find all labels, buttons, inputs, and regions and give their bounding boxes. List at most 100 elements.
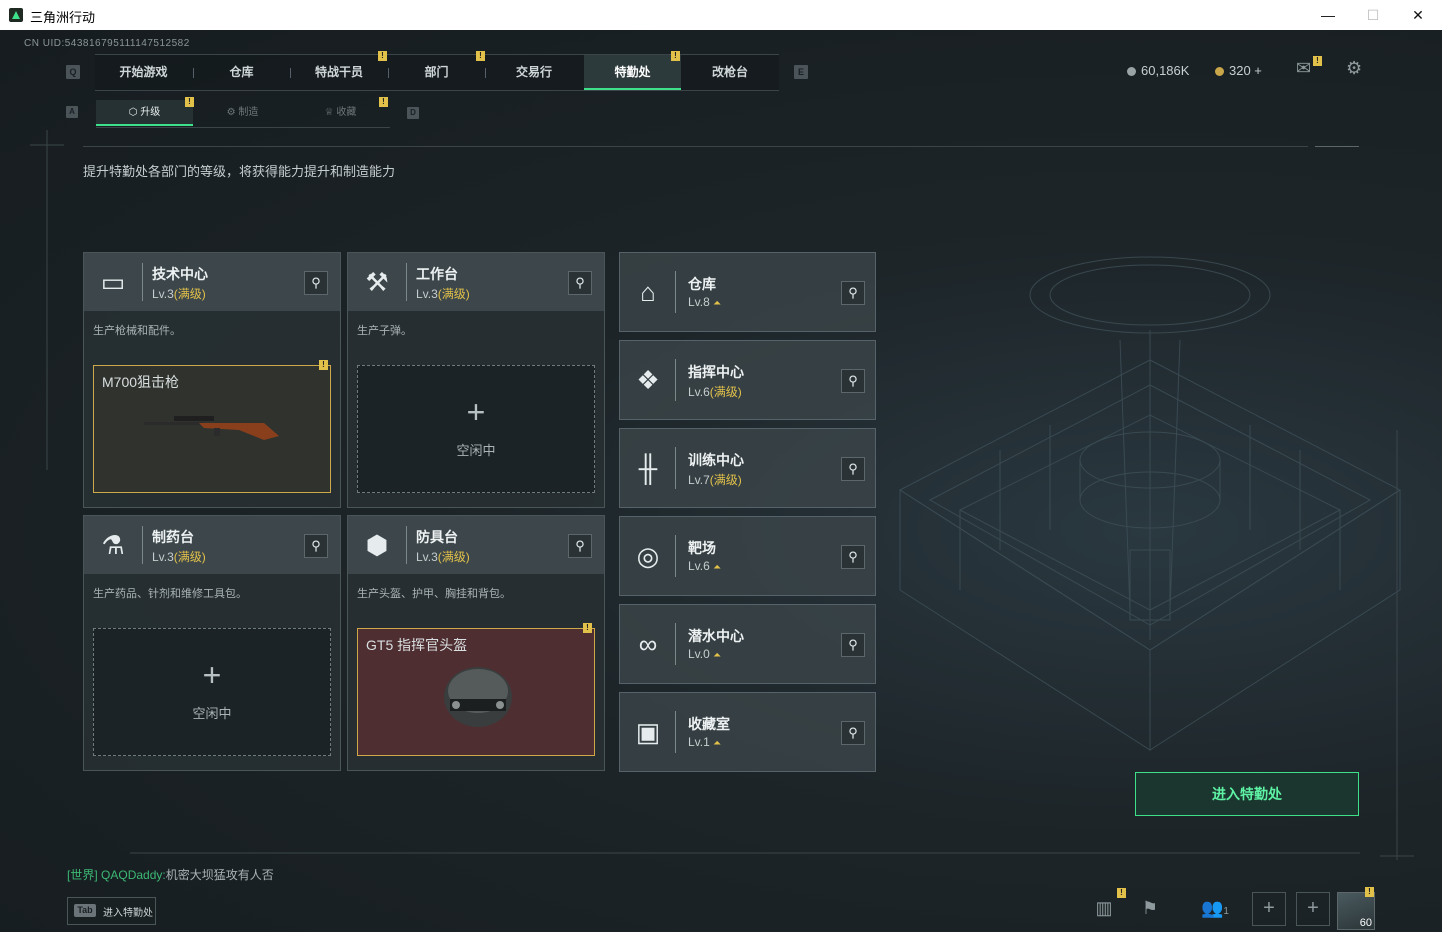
flag-icon[interactable]: ⚑ [1130,888,1170,928]
crafting-slot-empty[interactable]: + 空闲中 [93,628,331,756]
chat-message: 机密大坝猛攻有人否 [165,868,274,882]
gold-currency[interactable]: 320 + [1215,63,1262,78]
department-level: Lv.3(满级) [416,550,470,564]
slot-status: 空闲中 [192,706,232,721]
department-name: 工作台 [416,266,458,282]
sniper-rifle-image [144,416,279,440]
subtab-craft-label: 制造 [238,107,259,118]
department-card-workbench[interactable]: ⚒ 工作台 Lv.3(满级) ⚲ 生产子弹。 + 空闲中 [347,252,605,508]
facility-card-warehouse[interactable]: ⌂ 仓库 Lv.8 ⏶ ⚲ [619,252,876,332]
notification-badge: ! [671,51,680,61]
search-icon[interactable]: ⚲ [304,271,328,295]
crafting-item-name: M700狙击枪 [102,374,180,390]
enter-special-ops-button[interactable]: 进入特勤处 [1135,772,1359,816]
department-level: Lv.3(满级) [152,287,206,301]
facility-card-command-center[interactable]: ❖ 指挥中心 Lv.6(满级) ⚲ [619,340,876,420]
notification-badge: ! [185,97,194,107]
plus-icon: + [202,657,222,693]
warehouse-icon: ⌂ [640,277,656,307]
silver-currency[interactable]: 60,186K [1127,63,1189,78]
department-card-armor-bench[interactable]: ⬢ 防具台 Lv.3(满级) ⚲ 生产头盔、护甲、胸挂和背包。 GT5 指挥官头… [347,515,605,771]
window-title: 三角洲行动 [30,10,96,25]
tab-trading[interactable]: 交易行 [485,55,583,90]
subtab-upgrade[interactable]: ⬡ 升级 [96,100,193,126]
crafting-slot-empty[interactable]: + 空闲中 [357,365,595,493]
tab-departments[interactable]: 部门 [388,55,485,90]
subtab-craft[interactable]: ⚙ 制造 [194,100,291,126]
helmet-image [444,667,512,727]
search-icon[interactable]: ⚲ [841,633,865,657]
facility-card-collection-room[interactable]: ▣ 收藏室 Lv.1 ⏶ ⚲ [619,692,876,772]
crafting-item-name: GT5 指挥官头盔 [366,637,468,653]
player-avatar[interactable]: 60 [1337,892,1375,930]
search-icon[interactable]: ⚲ [568,534,592,558]
notification-badge: ! [1313,56,1322,66]
facility-name: 潜水中心 [688,628,744,644]
divider [83,146,1308,147]
minimize-button[interactable]: — [1305,0,1351,30]
divider [675,711,676,753]
divider [406,526,407,564]
search-icon[interactable]: ⚲ [841,281,865,305]
search-icon[interactable]: ⚲ [304,534,328,558]
facility-level: Lv.7(满级) [688,473,742,487]
upgrade-icon: ⬡ [128,107,141,118]
window-titlebar: 三角洲行动 — ☐ ✕ [0,0,1442,30]
tab-key: Tab [74,904,96,917]
tab-warehouse[interactable]: 仓库 [193,55,290,90]
department-description: 生产头盔、护甲、胸挂和背包。 [357,588,511,600]
facility-level: Lv.6 ⏶ [688,559,722,573]
nav-prev-key: Q [66,65,80,79]
search-icon[interactable]: ⚲ [568,271,592,295]
tab-gunsmith[interactable]: 改枪台 [681,55,779,90]
search-icon[interactable]: ⚲ [841,545,865,569]
world-chat-line[interactable]: [世界] QAQDaddy:机密大坝猛攻有人否 [67,866,274,883]
close-button[interactable]: ✕ [1395,0,1441,30]
notification-badge: ! [378,51,387,61]
player-uid: CN UID:543816795111147512582 [24,38,190,49]
notification-badge: ! [379,97,388,107]
department-level: Lv.3(满级) [416,287,470,301]
page-description: 提升特勤处各部门的等级，将获得能力提升和制造能力 [83,164,396,179]
silver-amount: 60,186K [1141,63,1190,78]
microscope-icon: ⚗ [101,530,125,560]
gold-coin-icon [1215,67,1224,77]
search-icon[interactable]: ⚲ [841,457,865,481]
notification-badge: ! [1117,888,1126,898]
facility-name: 仓库 [688,276,716,292]
crafting-slot[interactable]: GT5 指挥官头盔 [357,628,595,756]
facility-level: Lv.1 ⏶ [688,735,722,749]
tab-shortcut-hint[interactable]: Tab 进入特勤处 [67,897,156,925]
crafting-slot[interactable]: M700狙击枪 [93,365,331,493]
facility-card-shooting-range[interactable]: ◎ 靶场 Lv.6 ⏶ ⚲ [619,516,876,596]
add-party-slot-button[interactable]: + [1296,892,1330,926]
settings-gear-icon[interactable]: ⚙ [1346,58,1362,79]
department-name: 制药台 [152,529,194,545]
tab-special-ops[interactable]: 特勤处 [584,55,681,90]
gold-amount: 320 + [1229,63,1262,78]
department-card-tech-center[interactable]: ▭ 技术中心 Lv.3(满级) ⚲ 生产枪械和配件。 M700狙击枪 ! [83,252,341,508]
friends-button[interactable]: 👥1 [1190,888,1240,928]
tab-start-game[interactable]: 开始游戏 [95,55,192,90]
department-description: 生产子弹。 [357,325,412,337]
upgrade-arrow-icon: ⏶ [713,298,722,309]
facility-card-diving-center[interactable]: ∞ 潜水中心 Lv.0 ⏶ ⚲ [619,604,876,684]
facility-level: Lv.6(满级) [688,385,742,399]
maximize-button[interactable]: ☐ [1350,0,1396,30]
divider [406,263,407,301]
notification-badge: ! [1365,887,1374,897]
subnav-next-key: D [407,107,419,119]
subtab-collection[interactable]: ♕ 收藏 [292,100,389,126]
search-icon[interactable]: ⚲ [841,721,865,745]
card-header: ⬢ 防具台 Lv.3(满级) ⚲ [348,516,604,574]
department-card-pharmacy[interactable]: ⚗ 制药台 Lv.3(满级) ⚲ 生产药品、针剂和维修工具包。 + 空闲中 [83,515,341,771]
facility-name: 收藏室 [688,716,730,732]
department-name: 技术中心 [152,266,208,282]
mail-icon[interactable]: ✉ [1296,58,1311,79]
search-icon[interactable]: ⚲ [841,369,865,393]
add-party-slot-button[interactable]: + [1252,892,1286,926]
facility-card-training-center[interactable]: ╫ 训练中心 Lv.7(满级) ⚲ [619,428,876,508]
facility-name: 指挥中心 [688,364,744,380]
tab-operators[interactable]: 特战干员 [290,55,388,90]
facility-level: Lv.8 ⏶ [688,295,722,309]
